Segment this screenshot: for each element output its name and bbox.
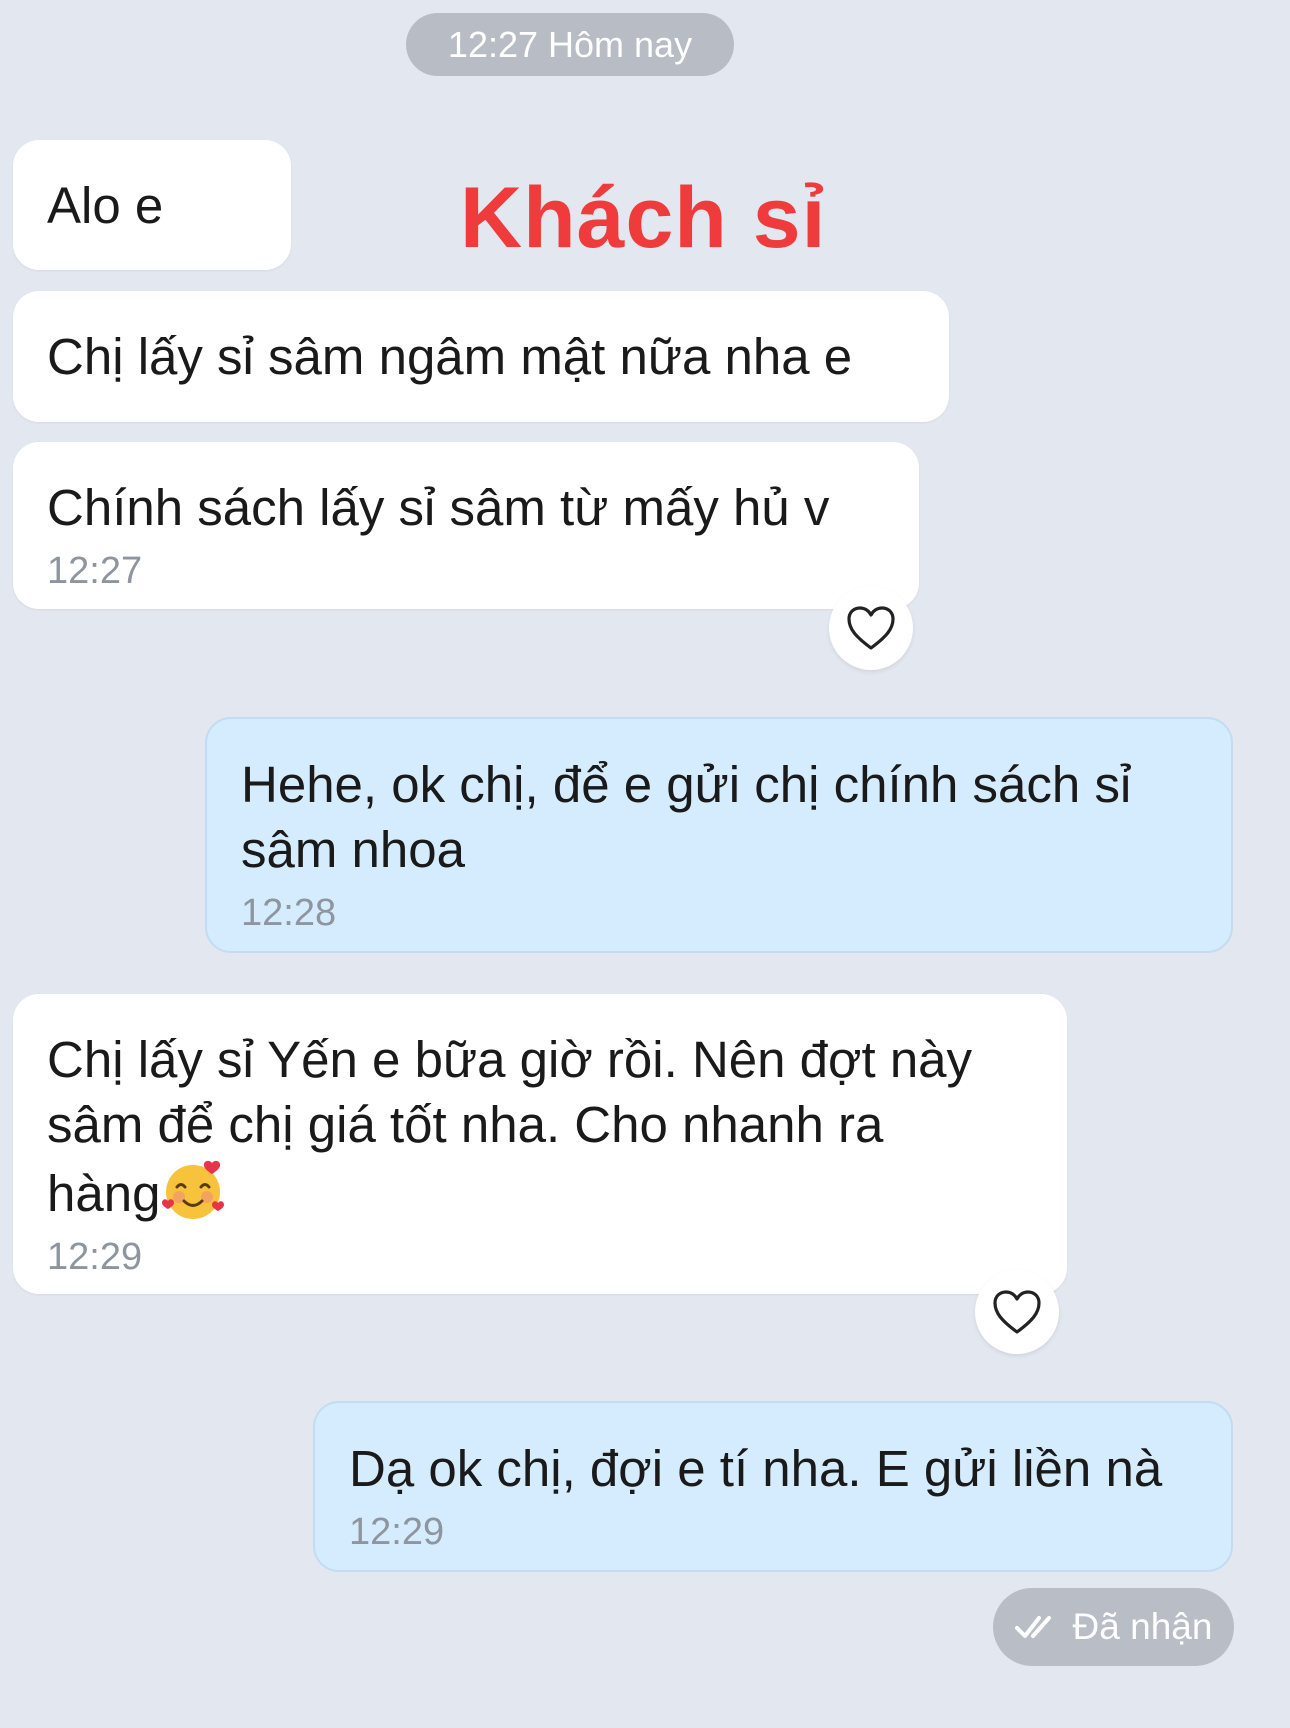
overlay-label: Khách sỉ bbox=[460, 170, 827, 266]
message-bubble-outgoing[interactable]: Dạ ok chị, đợi e tí nha. E gửi liền nà 1… bbox=[313, 1401, 1233, 1572]
message-text: Alo e bbox=[47, 177, 164, 234]
message-text: Chị lấy sỉ sâm ngâm mật nữa nha e bbox=[47, 328, 853, 385]
delivery-status-badge: Đã nhận bbox=[993, 1588, 1234, 1666]
delivery-status-label: Đã nhận bbox=[1072, 1606, 1213, 1647]
message-time: 12:29 bbox=[349, 1511, 445, 1553]
double-check-icon bbox=[1014, 1616, 1051, 1638]
react-heart-button[interactable] bbox=[829, 586, 913, 670]
message-bubble-incoming[interactable]: Chị lấy sỉ Yến e bữa giờ rồi. Nên đợt nà… bbox=[13, 994, 1067, 1294]
react-heart-button[interactable] bbox=[975, 1270, 1059, 1354]
message-time: 12:28 bbox=[241, 892, 337, 934]
date-divider: 12:27 Hôm nay bbox=[406, 13, 734, 76]
heart-outline-icon bbox=[993, 1290, 1041, 1334]
message-time: 12:29 bbox=[47, 1236, 143, 1278]
message-bubble-outgoing[interactable]: Hehe, ok chị, để e gửi chị chính sách sỉ… bbox=[205, 717, 1233, 953]
message-bubble-incoming[interactable]: Chính sách lấy sỉ sâm từ mấy hủ v 12:27 bbox=[13, 442, 919, 609]
message-bubble-incoming[interactable]: Alo e bbox=[13, 140, 291, 270]
smiling-face-with-hearts-icon bbox=[162, 1160, 225, 1219]
message-text: Hehe, ok chị, để e gửi chị chính sách sỉ… bbox=[241, 756, 1146, 878]
message-text: Dạ ok chị, đợi e tí nha. E gửi liền nà bbox=[349, 1440, 1163, 1497]
message-bubble-incoming[interactable]: Chị lấy sỉ sâm ngâm mật nữa nha e bbox=[13, 291, 949, 422]
heart-outline-icon bbox=[847, 606, 895, 650]
message-time: 12:27 bbox=[47, 550, 143, 592]
message-text: Chính sách lấy sỉ sâm từ mấy hủ v bbox=[47, 479, 830, 536]
